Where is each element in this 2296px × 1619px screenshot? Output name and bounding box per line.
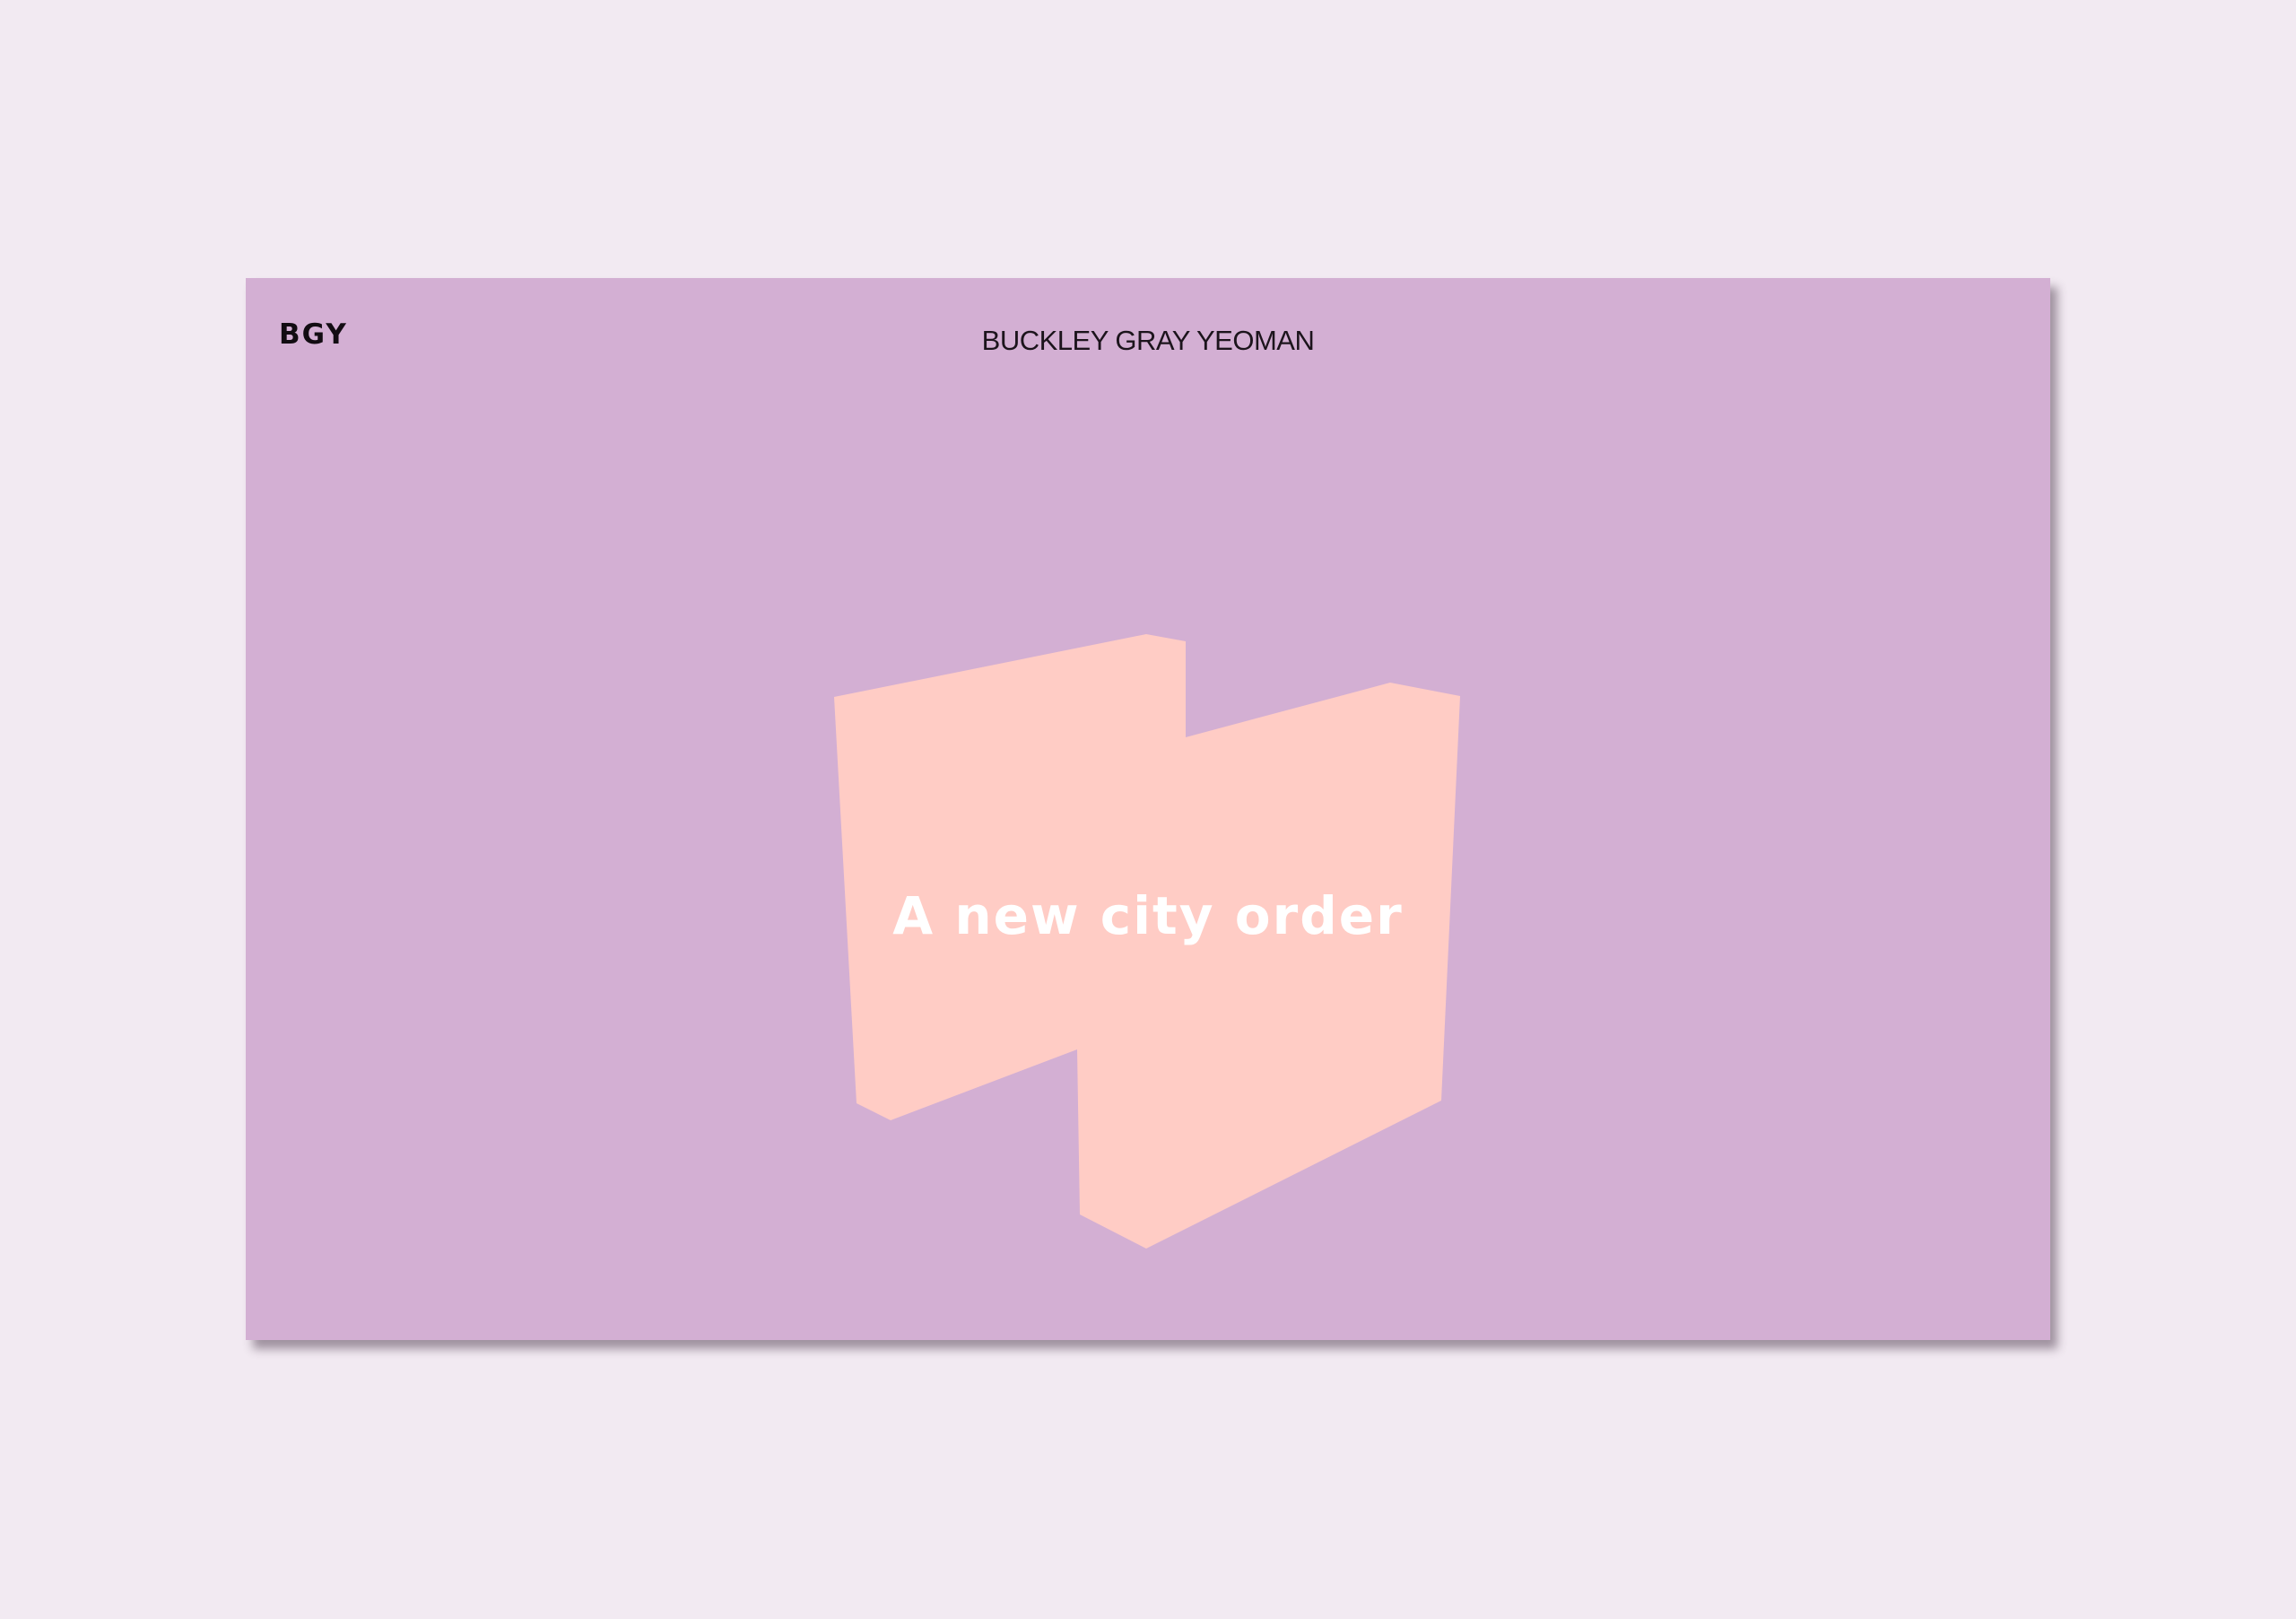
hero-headline: A new city order	[892, 885, 1404, 946]
page: BGY BUCKLEY GRAY YEOMAN A new city order	[0, 0, 2296, 1619]
site-preview-frame: BGY BUCKLEY GRAY YEOMAN A new city order	[246, 278, 2050, 1340]
hero-graphic	[834, 634, 1460, 1249]
